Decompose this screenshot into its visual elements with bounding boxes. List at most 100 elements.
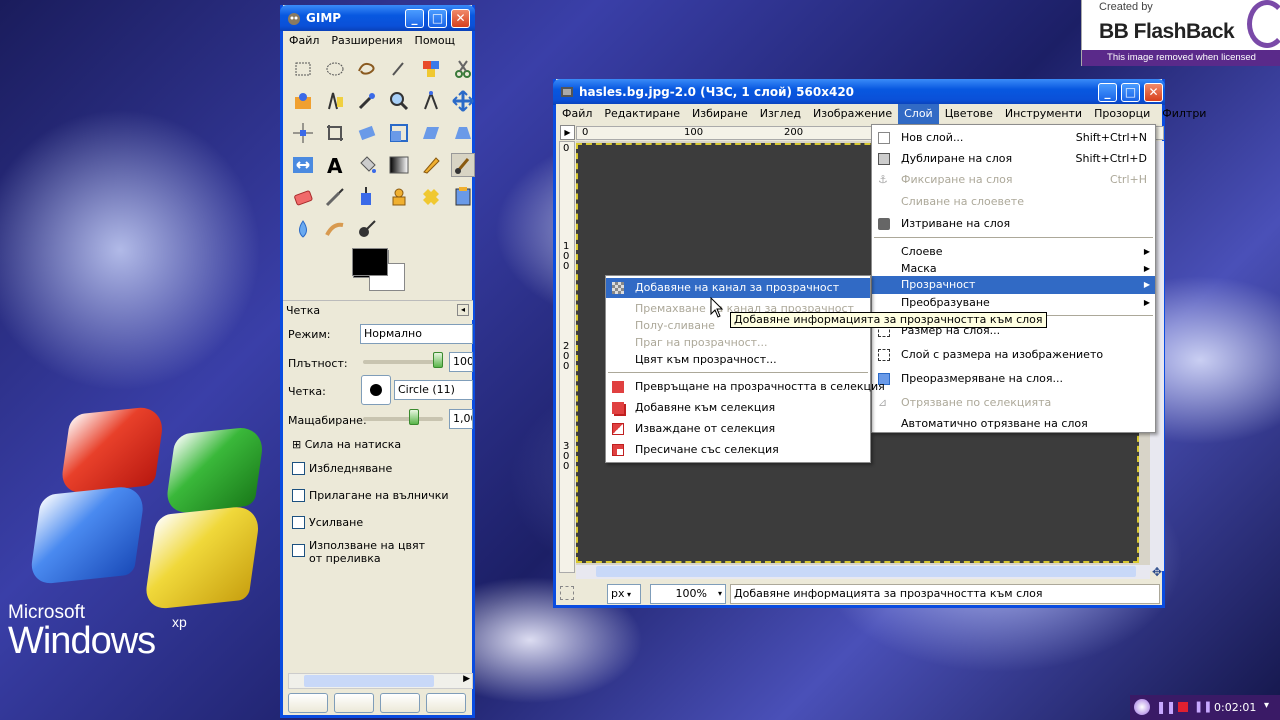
bucket-fill-tool-icon[interactable] bbox=[355, 153, 379, 177]
rotate-tool-icon[interactable] bbox=[355, 121, 379, 145]
airbrush-tool-icon[interactable] bbox=[323, 185, 347, 209]
minimize-button[interactable]: _ bbox=[1098, 83, 1117, 102]
fuzzy-select-tool-icon[interactable] bbox=[387, 57, 411, 81]
menu-extensions[interactable]: Разширения bbox=[325, 31, 408, 51]
dodge-burn-tool-icon[interactable] bbox=[355, 217, 379, 241]
close-button[interactable]: ✕ bbox=[1144, 83, 1163, 102]
scissors-tool-icon[interactable] bbox=[451, 57, 475, 81]
menu-item-transform[interactable]: Преобразуване ▶ bbox=[872, 293, 1155, 313]
menu-colors[interactable]: Цветове bbox=[939, 104, 999, 124]
color-picker-tool-icon[interactable] bbox=[355, 89, 379, 113]
paths-tool-icon[interactable] bbox=[323, 89, 347, 113]
menu-item-alpha-to-selection[interactable]: Превръщане на прозрачността в селекция bbox=[606, 377, 885, 397]
reset-options-button[interactable] bbox=[426, 693, 466, 713]
image-window-titlebar[interactable]: hasles.bg.jpg-2.0 (ЧЗС, 1 слой) 560x420 … bbox=[553, 79, 1165, 105]
text-tool-icon[interactable]: A bbox=[323, 153, 347, 178]
move-tool-icon[interactable] bbox=[451, 89, 475, 113]
menu-item-crop-to-selection[interactable]: ⊿ Отрязване по селекцията bbox=[872, 393, 1155, 413]
dock-menu-icon[interactable]: ◂ bbox=[457, 304, 469, 316]
incremental-checkbox[interactable] bbox=[292, 516, 305, 529]
menu-select[interactable]: Избиране bbox=[686, 104, 754, 124]
hscroll-thumb[interactable] bbox=[304, 675, 434, 687]
menu-item-scale-layer[interactable]: Преоразмеряване на слоя... bbox=[872, 369, 1155, 389]
menu-file[interactable]: Файл bbox=[283, 31, 325, 51]
close-button[interactable]: ✕ bbox=[451, 9, 470, 28]
minimize-button[interactable]: _ bbox=[405, 9, 424, 28]
flip-tool-icon[interactable] bbox=[291, 153, 315, 177]
menu-windows[interactable]: Прозорци bbox=[1088, 104, 1156, 124]
paintbrush-tool-icon[interactable] bbox=[451, 153, 475, 177]
menu-layer[interactable]: Слой bbox=[898, 104, 939, 124]
opacity-slider-handle[interactable] bbox=[433, 352, 443, 368]
hscroll-thumb[interactable] bbox=[596, 566, 1136, 577]
rect-select-tool-icon[interactable] bbox=[291, 57, 315, 81]
maximize-button[interactable]: □ bbox=[1121, 83, 1140, 102]
delete-options-button[interactable] bbox=[380, 693, 420, 713]
menu-item-intersect-selection[interactable]: Пресичане със селекция bbox=[606, 440, 870, 460]
scale-tool-icon[interactable] bbox=[387, 121, 411, 145]
navigate-icon[interactable]: ✥ bbox=[1150, 565, 1164, 579]
jitter-checkbox[interactable] bbox=[292, 489, 305, 502]
menu-item-add-alpha-channel[interactable]: Добавяне на канал за прозрачност bbox=[606, 278, 870, 298]
fade-checkbox[interactable] bbox=[292, 462, 305, 475]
menu-item-new-layer[interactable]: Нов слой... Shift+Ctrl+N bbox=[872, 128, 1155, 148]
smudge-tool-icon[interactable] bbox=[323, 217, 347, 241]
clone-tool-icon[interactable] bbox=[387, 185, 411, 209]
opacity-input[interactable]: 100 bbox=[449, 352, 473, 372]
blur-tool-icon[interactable] bbox=[291, 217, 315, 241]
horizontal-scrollbar[interactable] bbox=[576, 565, 1150, 579]
unit-select[interactable]: px ▾ bbox=[607, 584, 641, 604]
menu-item-add-to-selection[interactable]: Добавяне към селекция bbox=[606, 398, 870, 418]
pressure-expander[interactable]: ⊞ Сила на натиска bbox=[292, 438, 401, 451]
menu-edit[interactable]: Редактиране bbox=[598, 104, 686, 124]
menu-item-layer-to-image-size[interactable]: Слой с размера на изображението bbox=[872, 345, 1155, 365]
ink-tool-icon[interactable] bbox=[355, 185, 379, 209]
recorder-menu-icon[interactable]: ▾ bbox=[1264, 700, 1269, 711]
eraser-tool-icon[interactable] bbox=[291, 185, 315, 209]
toolbox-titlebar[interactable]: GIMP _ □ ✕ bbox=[280, 5, 475, 31]
blend-tool-icon[interactable] bbox=[387, 153, 411, 177]
scale-input[interactable]: 1,00 bbox=[449, 409, 473, 429]
restore-options-button[interactable] bbox=[334, 693, 374, 713]
menu-item-color-to-alpha[interactable]: Цвят към прозрачност... bbox=[606, 350, 870, 370]
menu-filters[interactable]: Филтри bbox=[1156, 104, 1212, 124]
quickmask-button[interactable] bbox=[560, 586, 574, 600]
align-tool-icon[interactable] bbox=[291, 121, 315, 145]
foreground-color-front[interactable] bbox=[352, 248, 388, 276]
opacity-slider[interactable] bbox=[363, 360, 443, 364]
menu-file[interactable]: Файл bbox=[556, 104, 598, 124]
brush-name-field[interactable]: Circle (11) bbox=[394, 380, 473, 400]
ruler-corner-button[interactable]: ▶ bbox=[560, 125, 575, 140]
free-select-tool-icon[interactable] bbox=[355, 57, 379, 81]
recorder-pause-alt-button[interactable]: ❚❚ bbox=[1194, 700, 1212, 713]
save-options-button[interactable] bbox=[288, 693, 328, 713]
menu-item-anchor-layer[interactable]: ⚓ Фиксиране на слоя Ctrl+H bbox=[872, 170, 1155, 190]
perspective-tool-icon[interactable] bbox=[451, 121, 475, 145]
menu-item-merge-down[interactable]: Сливане на слоевете bbox=[872, 192, 1155, 212]
zoom-tool-icon[interactable] bbox=[387, 89, 411, 113]
select-by-color-tool-icon[interactable] bbox=[419, 57, 443, 81]
menu-view[interactable]: Изглед bbox=[754, 104, 807, 124]
ellipse-select-tool-icon[interactable] bbox=[323, 57, 347, 81]
heal-tool-icon[interactable] bbox=[419, 185, 443, 209]
scroll-right-arrow-icon[interactable]: ▶ bbox=[463, 674, 470, 684]
menu-item-autocrop-layer[interactable]: Автоматично отрязване на слоя bbox=[872, 414, 1155, 434]
pause-button[interactable]: ❚❚ bbox=[1156, 700, 1176, 714]
menu-item-transparency[interactable]: Прозрачност ▶ bbox=[872, 276, 1155, 294]
crop-tool-icon[interactable] bbox=[323, 121, 347, 145]
stop-button[interactable] bbox=[1178, 702, 1188, 712]
menu-tools[interactable]: Инструменти bbox=[999, 104, 1088, 124]
menu-item-duplicate-layer[interactable]: Дублиране на слоя Shift+Ctrl+D bbox=[872, 149, 1155, 169]
shear-tool-icon[interactable] bbox=[419, 121, 443, 145]
toolbox-hscrollbar[interactable]: ▶ bbox=[288, 673, 473, 689]
gradient-color-checkbox[interactable] bbox=[292, 544, 305, 557]
perspective-clone-tool-icon[interactable] bbox=[451, 185, 475, 209]
maximize-button[interactable]: □ bbox=[428, 9, 447, 28]
zoom-select[interactable]: 100% ▾ bbox=[650, 584, 726, 604]
foreground-select-tool-icon[interactable] bbox=[291, 89, 315, 113]
menu-item-subtract-from-selection[interactable]: Изваждане от селекция bbox=[606, 419, 870, 439]
scale-slider-handle[interactable] bbox=[409, 409, 419, 425]
menu-help[interactable]: Помощ bbox=[409, 31, 461, 51]
menu-image[interactable]: Изображение bbox=[807, 104, 898, 124]
scale-slider[interactable] bbox=[363, 417, 443, 421]
